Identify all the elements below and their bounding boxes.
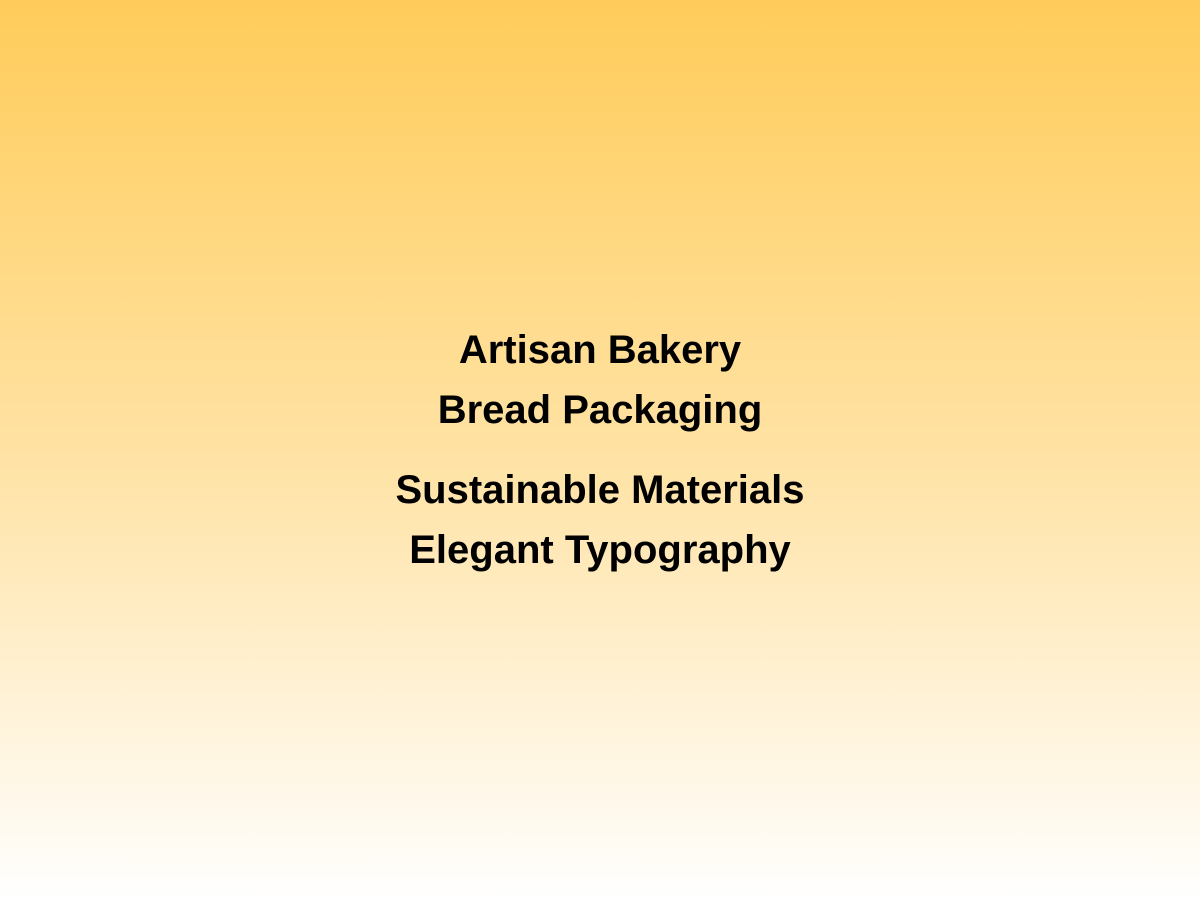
heading-sustainable-materials: Sustainable Materials xyxy=(395,468,805,512)
heading-elegant-typography: Elegant Typography xyxy=(409,528,791,572)
background-gradient: Artisan Bakery Bread Packaging Sustainab… xyxy=(0,0,1200,900)
heading-bread-packaging: Bread Packaging xyxy=(437,388,763,432)
heading-artisan-bakery: Artisan Bakery xyxy=(458,328,742,372)
